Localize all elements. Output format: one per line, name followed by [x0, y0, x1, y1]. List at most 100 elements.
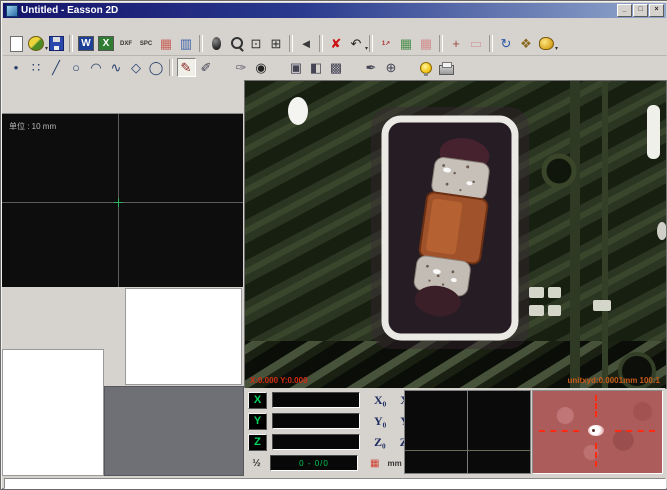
- export-excel-button[interactable]: X: [96, 34, 116, 54]
- construct-tool[interactable]: [157, 98, 174, 113]
- height-tool-icon[interactable]: [105, 288, 123, 307]
- maximize-button[interactable]: □: [633, 4, 648, 17]
- angle-tool-icon[interactable]: [105, 326, 123, 345]
- save-button[interactable]: [46, 34, 66, 54]
- construct-tool[interactable]: [55, 82, 72, 97]
- perpendicular-tool-icon[interactable]: [105, 307, 123, 326]
- capture-frame-button[interactable]: ▣: [286, 58, 306, 78]
- search-plus-button[interactable]: ⊕: [381, 58, 401, 78]
- edge-pen-tool[interactable]: ✐: [196, 58, 216, 78]
- delta-tool-icon[interactable]: [105, 364, 123, 383]
- grid-green-button[interactable]: ▦: [396, 34, 416, 54]
- new-file-button[interactable]: [6, 34, 26, 54]
- construct-tool[interactable]: [4, 82, 21, 97]
- circle-tool[interactable]: ○: [66, 58, 86, 78]
- zoom-window-button[interactable]: ⊞: [266, 34, 286, 54]
- camera-view-canvas[interactable]: X:0.000 Y:0.000 unitxyd:0.0001mm 100:1: [244, 80, 667, 389]
- point-grid-tool[interactable]: ∷: [26, 58, 46, 78]
- axis-select-button[interactable]: Z: [248, 434, 267, 451]
- zoom-camera-canvas[interactable]: [532, 390, 663, 474]
- axis-zero-button[interactable]: Z₀: [374, 435, 386, 450]
- construct-tool[interactable]: [106, 82, 123, 97]
- construct-tool[interactable]: [174, 98, 191, 113]
- image-grid-button[interactable]: ▩: [326, 58, 346, 78]
- render-colors-button[interactable]: ❖: [516, 34, 536, 54]
- construct-tool[interactable]: [21, 98, 38, 113]
- video-source-button[interactable]: ◉: [251, 58, 271, 78]
- palette-button[interactable]: ▾: [536, 34, 556, 54]
- unit-toggle-button[interactable]: mm: [387, 459, 401, 468]
- construct-tool[interactable]: [208, 82, 225, 97]
- point-tool[interactable]: •: [6, 58, 26, 78]
- zoom-fit-button[interactable]: ⊡: [246, 34, 266, 54]
- construct-tool[interactable]: [106, 98, 123, 113]
- ruler-icon[interactable]: [51, 328, 75, 348]
- export-word-button[interactable]: W: [76, 34, 96, 54]
- minimize-button[interactable]: _: [617, 4, 632, 17]
- axis-zero-button[interactable]: Y₀: [374, 414, 386, 429]
- grid-pink-button[interactable]: ▦: [416, 34, 436, 54]
- half-function-button[interactable]: ½: [248, 456, 265, 471]
- image-invert-button[interactable]: ◧: [306, 58, 326, 78]
- probe-icon[interactable]: [3, 328, 27, 348]
- edge-detect-button[interactable]: ✒: [361, 58, 381, 78]
- construct-tool[interactable]: [38, 82, 55, 97]
- back-button[interactable]: ◄: [296, 34, 316, 54]
- construct-tool[interactable]: [38, 98, 55, 113]
- stage-overview-canvas[interactable]: [404, 390, 531, 474]
- construct-tool[interactable]: [174, 82, 191, 97]
- export-spc-button[interactable]: SPC: [136, 34, 156, 54]
- camera-icon[interactable]: [51, 288, 75, 308]
- axis-select-button[interactable]: X: [248, 392, 267, 409]
- construct-tool[interactable]: [4, 98, 21, 113]
- report-blue-button[interactable]: ▥: [176, 34, 196, 54]
- ellipse-tool[interactable]: ◯: [146, 58, 166, 78]
- construct-tool[interactable]: [157, 82, 174, 97]
- drop-point-tool-icon[interactable]: [105, 345, 123, 364]
- axis-zero-button[interactable]: X₀: [374, 393, 386, 408]
- construct-tool[interactable]: [89, 82, 106, 97]
- run-program-icon[interactable]: [3, 308, 27, 328]
- construct-tool[interactable]: [140, 82, 157, 97]
- stop-icon[interactable]: [27, 308, 51, 328]
- delete-button[interactable]: ✘: [326, 34, 346, 54]
- add-cross-button[interactable]: +: [446, 34, 466, 54]
- measure-step-icon[interactable]: [51, 308, 75, 328]
- print-button[interactable]: [436, 58, 456, 78]
- axis-select-button[interactable]: Y: [248, 413, 267, 430]
- results-list-panel[interactable]: [125, 288, 242, 385]
- construct-tool[interactable]: [123, 82, 140, 97]
- auto-number-button[interactable]: 1↗: [376, 34, 396, 54]
- plane-button[interactable]: ▭: [466, 34, 486, 54]
- construct-tool[interactable]: [72, 98, 89, 113]
- spline-tool[interactable]: ∿: [106, 58, 126, 78]
- grid-toggle-button[interactable]: ▦: [370, 458, 379, 469]
- construct-tool[interactable]: [21, 82, 38, 97]
- measure-pen-tool[interactable]: ✎: [176, 58, 196, 78]
- arc-tool[interactable]: ◠: [86, 58, 106, 78]
- light-control-button[interactable]: [416, 58, 436, 78]
- measurement-view-canvas[interactable]: 单位 : 10 mm: [2, 113, 243, 287]
- construct-tool[interactable]: [140, 98, 157, 113]
- zoom-in-button[interactable]: [226, 34, 246, 54]
- title-bar[interactable]: Untitled - Easson 2D _ □ ×: [3, 3, 666, 18]
- export-dxf-button[interactable]: DXF: [116, 34, 136, 54]
- z-axis-icon[interactable]: [27, 328, 51, 348]
- open-file-button[interactable]: ▾: [26, 34, 46, 54]
- construct-tool[interactable]: [191, 82, 208, 97]
- construct-tool[interactable]: [89, 98, 106, 113]
- close-button[interactable]: ×: [649, 4, 664, 17]
- rotate-view-button[interactable]: ↻: [496, 34, 516, 54]
- machine-setup-icon[interactable]: [75, 288, 99, 308]
- line-tool[interactable]: ╱: [46, 58, 66, 78]
- world-view-icon[interactable]: [27, 288, 51, 308]
- construct-tool[interactable]: [225, 82, 242, 97]
- program-list-icon[interactable]: [75, 308, 99, 328]
- marker-pen-tool[interactable]: ✑: [231, 58, 251, 78]
- program-notes-icon[interactable]: [3, 288, 27, 308]
- array-red-button[interactable]: ▦: [156, 34, 176, 54]
- construct-tool[interactable]: [55, 98, 72, 113]
- construct-tool[interactable]: [123, 98, 140, 113]
- cursor-mode-button[interactable]: [206, 34, 226, 54]
- undo-button[interactable]: ↶▾: [346, 34, 366, 54]
